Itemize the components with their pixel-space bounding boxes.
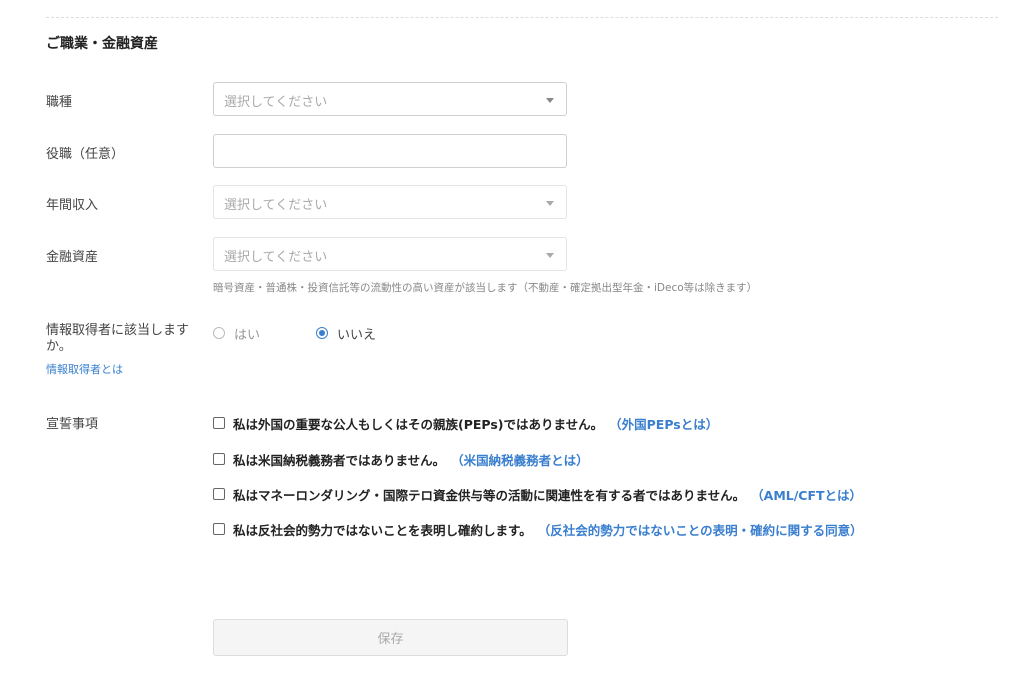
radio-no[interactable]: いいえ bbox=[316, 325, 377, 343]
declaration-antisocial: 私は反社会的勢力ではないことを表明し確約します。 （反社会的勢力ではないことの表… bbox=[213, 520, 863, 539]
declaration-us-tax: 私は米国納税義務者ではありません。 （米国納税義務者とは） bbox=[213, 450, 589, 469]
section-title: ご職業・金融資産 bbox=[46, 36, 158, 52]
declaration-antisocial-link[interactable]: （反社会的勢力ではないことの表明・確約に関する同意） bbox=[538, 520, 863, 539]
declaration-aml-checkbox[interactable] bbox=[213, 488, 225, 500]
position-label: 役職（任意） bbox=[46, 147, 125, 162]
declarations-label: 宣誓事項 bbox=[46, 417, 99, 432]
declaration-antisocial-checkbox[interactable] bbox=[213, 523, 225, 535]
info-acquirer-question: 情報取得者に該当しますか。 bbox=[46, 323, 190, 354]
chevron-down-icon bbox=[546, 201, 554, 206]
declaration-peps: 私は外国の重要な公人もしくはその親族(PEPs)ではありません。 （外国PEPs… bbox=[213, 414, 718, 433]
radio-no-circle-icon bbox=[316, 327, 328, 339]
financial-assets-select[interactable]: 選択してください bbox=[213, 237, 567, 271]
declaration-aml-text: 私はマネーロンダリング・国際テロ資金供与等の活動に関連性を有する者ではありません… bbox=[233, 487, 746, 503]
occupation-label: 職種 bbox=[46, 95, 73, 110]
radio-yes[interactable]: はい bbox=[213, 325, 261, 343]
position-field-wrapper bbox=[213, 134, 567, 168]
radio-no-label: いいえ bbox=[337, 327, 377, 343]
info-acquirer-link[interactable]: 情報取得者とは bbox=[46, 361, 123, 377]
save-button[interactable]: 保存 bbox=[213, 619, 568, 656]
financial-assets-placeholder: 選択してください bbox=[224, 250, 328, 265]
chevron-down-icon bbox=[546, 253, 554, 258]
declaration-aml-link[interactable]: （AML/CFTとは） bbox=[751, 485, 862, 504]
declaration-peps-link[interactable]: （外国PEPsとは） bbox=[609, 414, 718, 433]
declaration-antisocial-text: 私は反社会的勢力ではないことを表明し確約します。 bbox=[233, 522, 532, 538]
declaration-peps-checkbox[interactable] bbox=[213, 417, 225, 429]
account-form-page: ご職業・金融資産 職種 選択してください 役職（任意） 年間収入 選択してくださ… bbox=[0, 0, 1024, 684]
annual-income-label: 年間収入 bbox=[46, 198, 99, 213]
annual-income-placeholder: 選択してください bbox=[224, 198, 328, 213]
radio-yes-label: はい bbox=[234, 327, 261, 343]
financial-assets-label: 金融資産 bbox=[46, 250, 99, 265]
occupation-select[interactable]: 選択してください bbox=[213, 82, 567, 116]
position-input[interactable] bbox=[214, 135, 566, 167]
declaration-us-tax-checkbox[interactable] bbox=[213, 453, 225, 465]
declaration-peps-text: 私は外国の重要な公人もしくはその親族(PEPs)ではありません。 bbox=[233, 416, 604, 432]
declaration-us-tax-text: 私は米国納税義務者ではありません。 bbox=[233, 452, 446, 468]
radio-yes-circle-icon bbox=[213, 327, 225, 339]
annual-income-select[interactable]: 選択してください bbox=[213, 185, 567, 219]
section-divider bbox=[46, 17, 998, 18]
occupation-placeholder: 選択してください bbox=[224, 95, 328, 110]
financial-assets-hint: 暗号資産・普通株・投資信託等の流動性の高い資産が該当します（不動産・確定拠出型年… bbox=[213, 282, 758, 294]
declaration-us-tax-link[interactable]: （米国納税義務者とは） bbox=[451, 450, 589, 469]
chevron-down-icon bbox=[546, 98, 554, 103]
declaration-aml: 私はマネーロンダリング・国際テロ資金供与等の活動に関連性を有する者ではありません… bbox=[213, 485, 862, 504]
